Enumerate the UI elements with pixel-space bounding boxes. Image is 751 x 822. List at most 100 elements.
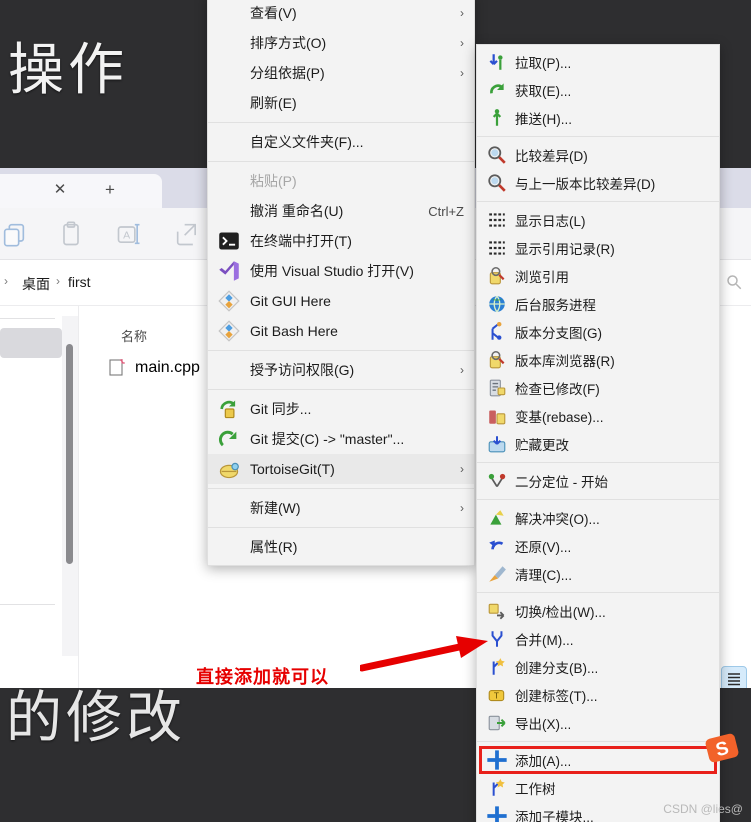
copy-icon[interactable] — [0, 220, 28, 248]
menu-item-label: 粘贴(P) — [250, 173, 297, 189]
column-header-name[interactable]: 名称 — [121, 326, 147, 345]
menu-separator — [477, 499, 719, 500]
menu-item[interactable]: 导出(X)... — [477, 709, 719, 737]
menu-item[interactable]: 显示引用记录(R) — [477, 234, 719, 262]
menu-item[interactable]: T 创建标签(T)... — [477, 681, 719, 709]
menu-item[interactable]: TortoiseGit(T) › — [208, 454, 474, 484]
menu-item[interactable]: 后台服务进程 — [477, 290, 719, 318]
menu-item[interactable]: 自定义文件夹(F)... — [208, 127, 474, 157]
menu-item[interactable]: 工作树 — [477, 774, 719, 802]
menu-item[interactable]: 分组依据(P) › — [208, 58, 474, 88]
menu-item-icon-placeholder — [218, 538, 240, 556]
menu-item[interactable]: 浏览引用 — [477, 262, 719, 290]
tortoise-icon — [218, 460, 240, 479]
menu-item-icon-placeholder — [218, 499, 240, 517]
menu-item[interactable]: 添加(A)... — [477, 746, 719, 774]
menu-item[interactable]: 还原(V)... — [477, 532, 719, 560]
paste-icon[interactable] — [57, 220, 85, 248]
menu-item-label: 添加(A)... — [515, 754, 572, 769]
breadcrumb-item-first[interactable]: first — [68, 274, 91, 290]
menu-item[interactable]: 查看(V) › — [208, 0, 474, 28]
menu-item[interactable]: 获取(E)... — [477, 76, 719, 104]
menu-item[interactable]: Git Bash Here — [208, 316, 474, 346]
menu-item[interactable]: 授予访问权限(G) › — [208, 355, 474, 385]
menu-item[interactable]: 版本分支图(G) — [477, 318, 719, 346]
menu-item-label: 二分定位 - 开始 — [515, 475, 608, 490]
rename-icon[interactable]: A — [115, 220, 143, 248]
search-icon[interactable] — [725, 273, 743, 291]
tag-icon: T — [487, 686, 507, 704]
menu-item[interactable]: 与上一版本比较差异(D) — [477, 169, 719, 197]
chevron-right-icon: › — [460, 363, 464, 377]
menu-item[interactable]: 检查已修改(F) — [477, 374, 719, 402]
explorer-tab[interactable] — [0, 174, 162, 208]
export-icon — [487, 714, 507, 732]
menu-item[interactable]: 解决冲突(O)... — [477, 504, 719, 532]
menu-item[interactable]: 版本库浏览器(R) — [477, 346, 719, 374]
tab-close-icon[interactable]: ✕ — [50, 180, 70, 200]
menu-item-label: 授予访问权限(G) — [250, 362, 355, 378]
menu-item[interactable]: 使用 Visual Studio 打开(V) — [208, 256, 474, 286]
menu-item[interactable]: 推送(H)... — [477, 104, 719, 132]
menu-item-label: 查看(V) — [250, 5, 297, 21]
menu-item[interactable]: 二分定位 - 开始 — [477, 467, 719, 495]
menu-item-label: 排序方式(O) — [250, 35, 327, 51]
git-icon — [218, 320, 240, 342]
menu-item-shortcut: Ctrl+Z — [428, 203, 464, 219]
menu-item[interactable]: 显示日志(L) — [477, 206, 719, 234]
breadcrumb-sep-1: › — [4, 274, 8, 288]
nav-scrollbar-thumb[interactable] — [66, 344, 73, 564]
switch-icon — [487, 602, 507, 620]
menu-item[interactable]: 贮藏更改 — [477, 430, 719, 458]
nav-selected-item[interactable] — [0, 328, 62, 358]
menu-item-label: 显示引用记录(R) — [515, 242, 615, 257]
add-icon — [487, 750, 507, 770]
menu-item-label: 工作树 — [515, 782, 556, 797]
new-tab-icon[interactable]: + — [100, 180, 120, 200]
menu-item-label: 变基(rebase)... — [515, 410, 604, 425]
menu-item[interactable]: 排序方式(O) › — [208, 28, 474, 58]
menu-item[interactable]: 新建(W) › — [208, 493, 474, 523]
navigation-pane — [0, 306, 78, 688]
watermark: CSDN @lies@ — [663, 802, 743, 816]
menu-item[interactable]: 拉取(P)... — [477, 48, 719, 76]
menu-item-icon-placeholder — [218, 94, 240, 112]
menu-item-label: 获取(E)... — [515, 84, 572, 99]
menu-item[interactable]: 在终端中打开(T) — [208, 226, 474, 256]
worktree-icon — [487, 779, 507, 797]
menu-item-label: Git GUI Here — [250, 293, 331, 309]
menu-item[interactable]: 比较差异(D) — [477, 141, 719, 169]
svg-text:A: A — [123, 230, 130, 242]
list-item[interactable]: main.cpp — [109, 358, 200, 377]
resolve-icon — [487, 509, 507, 527]
menu-item[interactable]: 清理(C)... — [477, 560, 719, 588]
check-modifications-icon — [487, 379, 507, 397]
chevron-right-icon: › — [460, 66, 464, 80]
menu-item-label: 后台服务进程 — [515, 298, 596, 313]
menu-separator — [477, 462, 719, 463]
menu-item[interactable]: 合并(M)... — [477, 625, 719, 653]
menu-item[interactable]: 切换/检出(W)... — [477, 597, 719, 625]
chevron-right-icon: › — [460, 501, 464, 515]
menu-item-label: 清理(C)... — [515, 568, 572, 583]
menu-item[interactable]: Git GUI Here — [208, 286, 474, 316]
menu-separator — [208, 389, 474, 390]
details-pane-icon[interactable] — [721, 666, 747, 688]
menu-item[interactable]: Git 提交(C) -> "master"... — [208, 424, 474, 454]
menu-item-label: 创建标签(T)... — [515, 689, 598, 704]
cleanup-icon — [487, 565, 507, 583]
breadcrumb-item-desktop[interactable]: 桌面 — [22, 274, 50, 294]
menu-item[interactable]: 刷新(E) — [208, 88, 474, 118]
share-icon[interactable] — [173, 220, 201, 248]
menu-item[interactable]: 属性(R) — [208, 532, 474, 562]
menu-separator — [208, 527, 474, 528]
log-icon — [487, 239, 507, 257]
menu-item[interactable]: 撤消 重命名(U) Ctrl+Z — [208, 196, 474, 226]
menu-item[interactable]: 创建分支(B)... — [477, 653, 719, 681]
backdrop-title: 操作 — [8, 38, 128, 101]
menu-item[interactable]: Git 同步... — [208, 394, 474, 424]
menu-item-label: 在终端中打开(T) — [250, 233, 352, 249]
menu-item-label: 还原(V)... — [515, 540, 572, 555]
cpp-file-icon — [109, 359, 125, 376]
menu-item[interactable]: 变基(rebase)... — [477, 402, 719, 430]
